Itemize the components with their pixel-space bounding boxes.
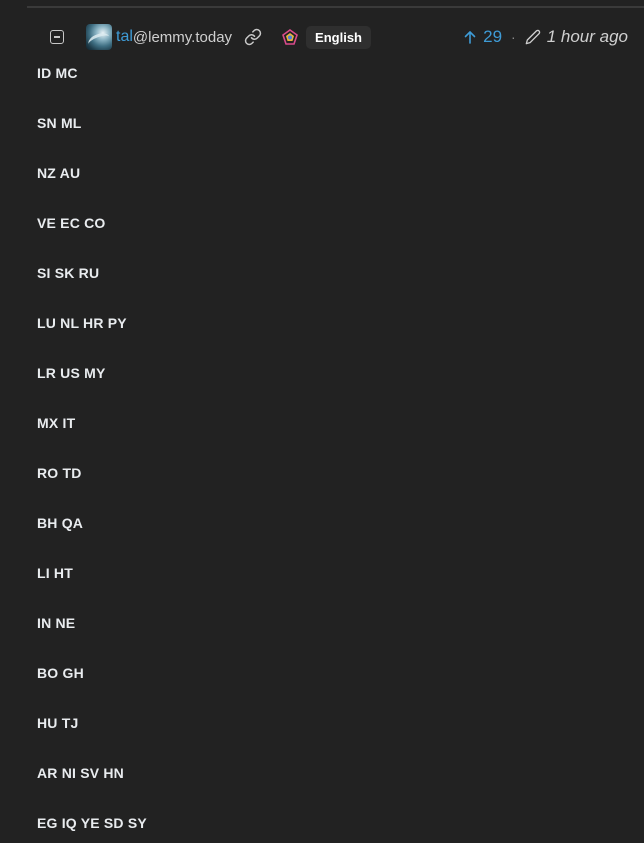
- link-icon[interactable]: [244, 28, 262, 46]
- arrow-up-icon: [464, 31, 476, 44]
- comment-timestamp: 1 hour ago: [546, 27, 628, 46]
- user-avatar[interactable]: [86, 24, 112, 50]
- comment-line: BH QA: [37, 515, 84, 531]
- comment-line: LR US MY: [37, 365, 106, 381]
- comment-line: LI HT: [37, 565, 73, 581]
- upvote-button[interactable]: 29: [464, 27, 502, 47]
- comment-line: VE EC CO: [37, 215, 106, 231]
- user-instance[interactable]: @lemmy.today: [133, 29, 232, 46]
- language-icon: [282, 29, 298, 45]
- separator-dot: ·: [511, 29, 516, 45]
- comment-line: BO GH: [37, 665, 84, 681]
- user-name-link[interactable]: tal: [116, 28, 133, 46]
- comment-line: LU NL HR PY: [37, 315, 127, 331]
- comment-line: AR NI SV HN: [37, 765, 124, 781]
- comment-line: SI SK RU: [37, 265, 100, 281]
- comment-line: RO TD: [37, 465, 82, 481]
- language-badge: English: [306, 25, 371, 49]
- comment-line: HU TJ: [37, 715, 79, 731]
- comment-line: SN ML: [37, 115, 82, 131]
- comment-header: tal @lemmy.today English 29 · 1 hour ago: [46, 22, 628, 52]
- comment-line: NZ AU: [37, 165, 81, 181]
- collapse-minus-icon[interactable]: [50, 30, 64, 44]
- vote-score: 29: [483, 27, 503, 46]
- pencil-icon: [525, 29, 541, 45]
- comment-line: ID MC: [37, 65, 78, 81]
- comment-line: EG IQ YE SD SY: [37, 815, 147, 831]
- comment-line: MX IT: [37, 415, 76, 431]
- comment-body: ID MC SN ML NZ AU VE EC CO SI SK RU LU N…: [37, 64, 597, 843]
- comment-line: IN NE: [37, 615, 76, 631]
- comment-divider: [27, 0, 644, 8]
